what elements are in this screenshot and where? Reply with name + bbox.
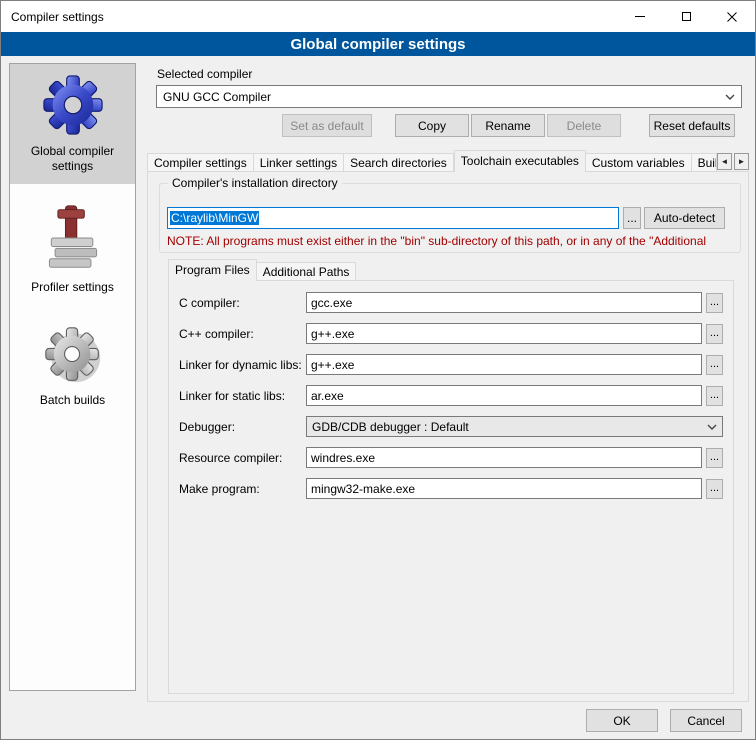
titlebar[interactable]: Compiler settings [1,1,755,32]
tab-build-options[interactable]: Build [692,153,717,172]
minimize-button[interactable] [617,1,663,32]
close-button[interactable] [709,1,755,32]
sidebar-item-batch-builds[interactable]: Batch builds [10,315,135,418]
resource-compiler-input[interactable] [306,447,702,468]
browse-directory-button[interactable]: ... [623,207,641,229]
tab-scroll-buttons: ◄ ► [717,153,749,172]
field-label: Linker for dynamic libs: [179,358,306,372]
set-as-default-button: Set as default [282,114,372,137]
toolchain-executables-panel: Compiler's installation directory C:\ray… [147,171,749,702]
make-program-input[interactable] [306,478,702,499]
tab-search-directories[interactable]: Search directories [344,153,454,172]
form-row: Linker for static libs: ... [179,385,723,406]
tab-scroll-left-button[interactable]: ◄ [717,153,732,170]
window-controls [617,1,755,32]
tab-toolchain-executables[interactable]: Toolchain executables [454,150,586,172]
chevron-down-icon [707,424,717,430]
auto-detect-button[interactable]: Auto-detect [644,207,725,229]
profiler-icon [45,204,101,272]
debugger-value: GDB/CDB debugger : Default [312,420,469,434]
static-libs-linker-input[interactable] [306,385,702,406]
form-row: Make program: ... [179,478,723,499]
ok-button[interactable]: OK [586,709,658,732]
browse-button[interactable]: ... [706,355,723,375]
browse-button[interactable]: ... [706,448,723,468]
maximize-icon [682,12,691,21]
installation-directory-input[interactable]: C:\raylib\MinGW [167,207,619,229]
field-label: Linker for static libs: [179,389,306,403]
tab-custom-variables[interactable]: Custom variables [586,153,692,172]
dialog-header-title: Global compiler settings [290,36,465,53]
batch-builds-icon [43,325,103,385]
compiler-settings-window: Compiler settings Global compiler settin… [0,0,756,740]
executables-tabstrip: Program Files Additional Paths [168,259,356,281]
sidebar-item-label: Profiler settings [31,280,114,295]
form-row: Debugger: GDB/CDB debugger : Default [179,416,723,437]
settings-tabstrip: Compiler settings Linker settings Search… [147,150,749,172]
browse-button[interactable]: ... [706,293,723,313]
dynamic-libs-linker-input[interactable] [306,354,702,375]
tab-compiler-settings[interactable]: Compiler settings [147,153,254,172]
tab-scroll-right-button[interactable]: ► [734,153,749,170]
sidebar-item-global-compiler-settings[interactable]: Global compiler settings [10,64,135,184]
tab-additional-paths[interactable]: Additional Paths [257,262,357,281]
installation-directory-group-title: Compiler's installation directory [168,176,342,190]
sidebar-item-label: Global compiler settings [14,144,131,174]
c-compiler-input[interactable] [306,292,702,313]
chevron-down-icon [725,94,735,100]
form-row: C compiler: ... [179,292,723,313]
gear-icon [42,74,104,136]
delete-button: Delete [547,114,621,137]
copy-button[interactable]: Copy [395,114,469,137]
tab-program-files[interactable]: Program Files [168,259,257,281]
browse-button[interactable]: ... [706,324,723,344]
maximize-button[interactable] [663,1,709,32]
cpp-compiler-input[interactable] [306,323,702,344]
dialog-header: Global compiler settings [1,32,755,56]
minimize-icon [635,16,645,17]
form-row: Linker for dynamic libs: ... [179,354,723,375]
field-label: Make program: [179,482,306,496]
debugger-dropdown[interactable]: GDB/CDB debugger : Default [306,416,723,437]
tab-linker-settings[interactable]: Linker settings [254,153,344,172]
cancel-button[interactable]: Cancel [670,709,742,732]
browse-button[interactable]: ... [706,479,723,499]
bin-subdirectory-note: NOTE: All programs must exist either in … [167,234,727,248]
field-label: Debugger: [179,420,306,434]
form-row: Resource compiler: ... [179,447,723,468]
sidebar-item-label: Batch builds [40,393,105,408]
installation-directory-value: C:\raylib\MinGW [170,211,259,225]
field-label: C compiler: [179,296,306,310]
program-files-panel: C compiler: ... C++ compiler: ... Linker… [168,280,734,694]
field-label: C++ compiler: [179,327,306,341]
reset-defaults-button[interactable]: Reset defaults [649,114,735,137]
selected-compiler-label: Selected compiler [157,67,252,81]
selected-compiler-dropdown[interactable]: GNU GCC Compiler [156,85,742,108]
field-label: Resource compiler: [179,451,306,465]
window-title: Compiler settings [11,10,104,24]
browse-button[interactable]: ... [706,386,723,406]
form-row: C++ compiler: ... [179,323,723,344]
rename-button[interactable]: Rename [471,114,545,137]
close-icon [727,12,737,22]
sidebar-item-profiler-settings[interactable]: Profiler settings [10,194,135,305]
settings-category-list: Global compiler settings Profiler settin… [9,63,136,691]
selected-compiler-value: GNU GCC Compiler [163,90,271,104]
